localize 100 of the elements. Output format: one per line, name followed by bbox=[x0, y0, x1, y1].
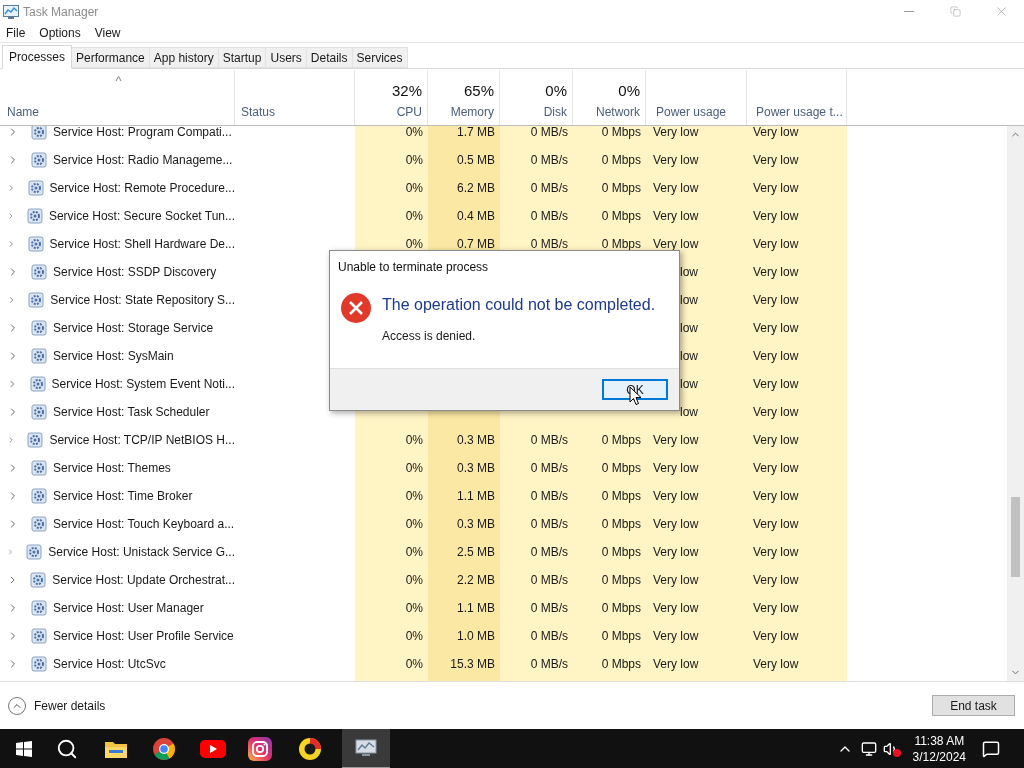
error-icon bbox=[340, 292, 372, 324]
gear-icon bbox=[31, 404, 47, 420]
table-cell: Very low bbox=[653, 546, 699, 558]
tab[interactable]: Performance bbox=[72, 47, 150, 68]
table-cell: 0% bbox=[405, 126, 423, 138]
table-cell: 0 MB/s bbox=[530, 630, 568, 642]
table-cell: 0% bbox=[405, 182, 423, 194]
scrollbar[interactable] bbox=[1007, 126, 1024, 681]
table-cell: Very low bbox=[753, 210, 799, 222]
table-cell: 0 Mbps bbox=[601, 154, 641, 166]
clock-time[interactable]: 11:38 AM bbox=[914, 733, 965, 749]
table-cell: 0% bbox=[405, 434, 423, 446]
process-name: Service Host: Touch Keyboard a... bbox=[53, 516, 235, 533]
ring-app-icon[interactable] bbox=[298, 737, 322, 761]
camera-app-icon[interactable] bbox=[248, 737, 272, 761]
video-play-icon[interactable] bbox=[200, 740, 226, 758]
gear-icon bbox=[26, 544, 43, 560]
table-cell: 0 MB/s bbox=[530, 462, 568, 474]
table-cell: Very low bbox=[753, 574, 799, 586]
expand-icon[interactable] bbox=[7, 182, 16, 194]
monitor-chart-icon bbox=[355, 739, 377, 757]
table-cell: Very low bbox=[753, 434, 799, 446]
table-cell: 0 Mbps bbox=[601, 546, 641, 558]
process-name: Service Host: TCP/IP NetBIOS H... bbox=[49, 432, 235, 449]
table-cell: 0 Mbps bbox=[601, 602, 641, 614]
column-header[interactable]: Memory bbox=[450, 103, 494, 121]
tab[interactable]: Services bbox=[352, 47, 408, 68]
gear-icon bbox=[30, 572, 47, 588]
menu-item[interactable]: View bbox=[94, 23, 121, 42]
column-header[interactable]: Power usage t... bbox=[756, 103, 843, 121]
table-cell: 1.1 MB bbox=[457, 490, 495, 502]
chrome-icon[interactable] bbox=[152, 737, 176, 761]
muted-speaker-icon[interactable] bbox=[882, 741, 901, 757]
folder-icon[interactable] bbox=[104, 739, 128, 759]
table-cell: 0 Mbps bbox=[601, 490, 641, 502]
process-name: Service Host: User Manager bbox=[53, 600, 204, 617]
table-cell: 0 Mbps bbox=[601, 210, 641, 222]
tab[interactable]: Processes bbox=[2, 45, 73, 69]
process-name: Service Host: Task Scheduler bbox=[53, 404, 210, 421]
table-cell: Very low bbox=[753, 462, 799, 474]
gear-icon bbox=[31, 516, 47, 532]
menu-item[interactable]: Options bbox=[39, 23, 81, 42]
windows-start-icon[interactable] bbox=[16, 741, 32, 757]
column-percent: 32% bbox=[391, 81, 422, 101]
column-header[interactable]: Disk bbox=[543, 103, 567, 121]
gear-icon bbox=[31, 152, 47, 168]
table-cell: Very low bbox=[753, 630, 799, 642]
table-cell: Very low bbox=[753, 294, 799, 306]
table-cell: Very low bbox=[653, 434, 699, 446]
column-header[interactable]: Network bbox=[596, 103, 640, 121]
table-cell: Very low bbox=[653, 238, 699, 250]
table-cell: 15.3 MB bbox=[450, 658, 495, 670]
table-cell: Very low bbox=[753, 490, 799, 502]
table-cell: 0 MB/s bbox=[530, 574, 568, 586]
table-cell: 0% bbox=[405, 602, 423, 614]
search-icon[interactable] bbox=[56, 738, 78, 760]
menu-item[interactable]: File bbox=[6, 23, 26, 42]
table-cell: low bbox=[680, 322, 698, 334]
expand-icon[interactable] bbox=[7, 434, 16, 446]
gear-icon bbox=[28, 292, 45, 308]
table-cell: 0 Mbps bbox=[601, 574, 641, 586]
task-manager-taskbar-button[interactable] bbox=[342, 729, 390, 768]
table-cell: 0 Mbps bbox=[601, 518, 641, 530]
process-name: Service Host: Program Compati... bbox=[53, 126, 232, 141]
column-header[interactable]: CPU bbox=[396, 103, 422, 121]
end-task-button[interactable]: End task bbox=[932, 695, 1015, 716]
clock-date[interactable]: 3/12/2024 bbox=[912, 749, 966, 765]
gear-icon bbox=[31, 488, 47, 504]
table-cell: 0% bbox=[405, 546, 423, 558]
restore-icon bbox=[949, 6, 961, 17]
tab[interactable]: Users bbox=[266, 47, 307, 68]
table-cell: Very low bbox=[653, 574, 699, 586]
table-cell: 0% bbox=[405, 630, 423, 642]
column-header[interactable]: Status bbox=[241, 103, 276, 121]
table-cell: 0% bbox=[405, 238, 423, 250]
table-cell: Very low bbox=[653, 602, 699, 614]
tab[interactable]: Startup bbox=[218, 47, 267, 68]
table-cell: 0 MB/s bbox=[530, 518, 568, 530]
scrollbar-thumb[interactable] bbox=[1011, 497, 1020, 577]
table-cell: 0.4 MB bbox=[457, 210, 495, 222]
table-cell: Very low bbox=[753, 322, 799, 334]
gear-icon bbox=[26, 208, 43, 224]
fewer-details-link[interactable]: Fewer details bbox=[34, 696, 106, 715]
table-cell: Very low bbox=[653, 182, 699, 194]
table-cell: Very low bbox=[653, 462, 699, 474]
table-cell: Very low bbox=[753, 182, 799, 194]
notifications-icon[interactable] bbox=[982, 740, 1000, 758]
table-cell: 1.1 MB bbox=[457, 602, 495, 614]
gear-icon bbox=[31, 320, 47, 336]
process-name: Service Host: SSDP Discovery bbox=[53, 264, 217, 281]
gear-icon bbox=[31, 460, 47, 476]
network-icon[interactable] bbox=[860, 741, 877, 757]
expand-icon[interactable] bbox=[7, 238, 16, 250]
table-cell: Very low bbox=[753, 378, 799, 390]
column-header[interactable]: Name bbox=[7, 103, 234, 121]
table-cell: 0.3 MB bbox=[457, 462, 495, 474]
tab[interactable]: App history bbox=[149, 47, 219, 68]
gear-icon bbox=[31, 348, 47, 364]
tab[interactable]: Details bbox=[306, 47, 353, 68]
column-header[interactable]: Power usage bbox=[656, 103, 727, 121]
